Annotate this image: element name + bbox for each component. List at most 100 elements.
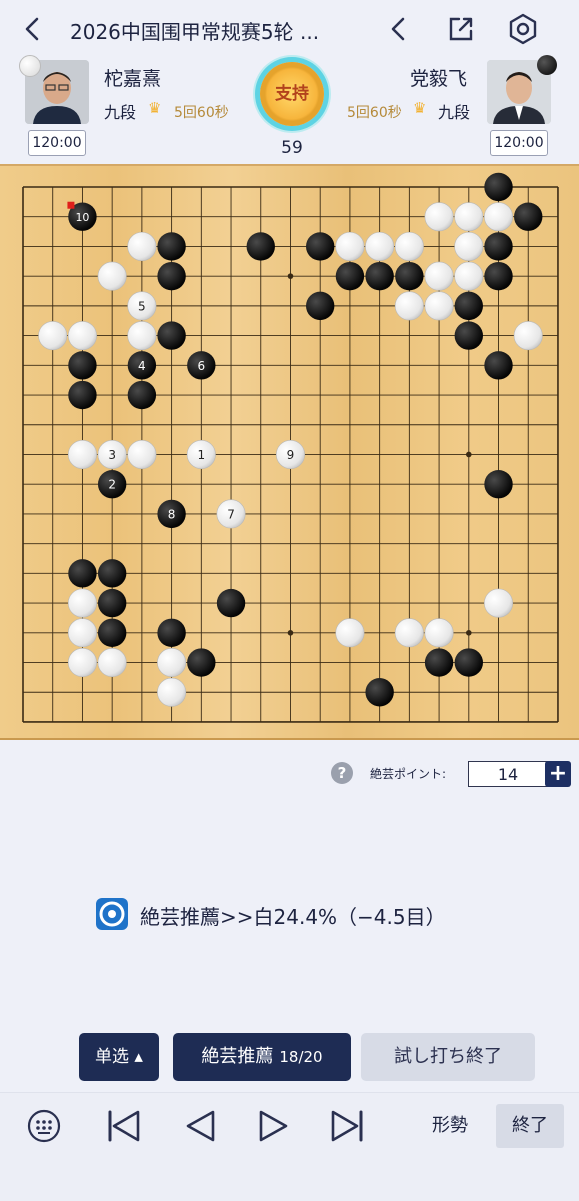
white-stone [484, 202, 514, 232]
black-stone [306, 232, 335, 261]
recommend-count: 18/20 [279, 1048, 323, 1066]
white-stone [335, 618, 365, 648]
black-stone [97, 588, 127, 618]
white-stone [67, 618, 97, 648]
black-stone [187, 648, 216, 677]
white-stone [365, 231, 395, 261]
recommend-label: 絶芸推薦 [201, 1046, 274, 1067]
go-board-grid[interactable]: 1 2 3 4 5 6 7 8 9 10 [0, 166, 579, 742]
move-number-label: 7 [227, 507, 235, 521]
end-button[interactable]: 終了 [496, 1104, 564, 1148]
black-stone [454, 648, 483, 677]
keypad-button[interactable] [22, 1104, 66, 1148]
previous-game-button[interactable] [384, 14, 414, 44]
white-stone [454, 261, 484, 291]
white-stone [394, 231, 424, 261]
white-stone [424, 202, 454, 232]
last-move-button[interactable] [326, 1104, 370, 1148]
star-point [287, 273, 294, 279]
star-point [466, 630, 472, 636]
player-white-clock: 120:00 [28, 130, 86, 156]
keypad-circle-icon [27, 1109, 61, 1143]
white-stone [394, 618, 424, 648]
back-button[interactable] [18, 14, 48, 44]
black-stone [514, 202, 543, 231]
white-stone [127, 231, 157, 261]
black-stone [484, 261, 513, 291]
first-move-button[interactable] [101, 1104, 145, 1148]
white-stone [454, 231, 484, 261]
star-point [287, 630, 294, 636]
crown-icon: ♛ [413, 99, 427, 117]
black-stone [157, 232, 186, 261]
black-stone [365, 261, 394, 291]
skip-to-start-icon [108, 1110, 140, 1142]
black-stone [127, 380, 157, 410]
white-stone [424, 261, 454, 291]
player-black-time-control: 5回60秒 [347, 105, 402, 121]
black-stone [68, 559, 97, 588]
crown-icon: ♛ [148, 99, 162, 117]
star-point [466, 451, 472, 458]
white-stone [394, 291, 424, 321]
player-black-name: 党毅飞 [410, 68, 468, 90]
white-stone [513, 321, 543, 351]
white-stone [67, 648, 97, 678]
skip-to-end-icon [331, 1110, 363, 1142]
points-label: 絶芸ポイント: [370, 767, 447, 781]
situation-button[interactable]: 形勢 [420, 1104, 480, 1148]
trial-end-button[interactable]: 試し打ち終了 [361, 1033, 535, 1081]
chevron-left-icon [391, 17, 405, 41]
settings-button[interactable] [506, 12, 540, 46]
black-stone-icon [537, 55, 557, 75]
previous-move-button[interactable] [178, 1104, 222, 1148]
white-stone [335, 231, 365, 261]
move-number-label: 4 [138, 359, 146, 373]
white-stone [424, 618, 454, 648]
black-stone [157, 261, 186, 291]
hexagon-settings-icon [509, 13, 537, 45]
white-stone [67, 439, 97, 469]
plus-icon: + [548, 761, 568, 786]
add-points-button[interactable]: + [545, 761, 571, 787]
game-title: 2026中国围甲常规赛5轮 ... [70, 20, 320, 44]
support-button[interactable]: 支持 [260, 62, 324, 126]
black-stone [68, 351, 97, 380]
move-number-label: 5 [138, 299, 146, 313]
player-white-rank: 九段 [104, 103, 137, 122]
black-stone [484, 470, 513, 499]
jueyi-logo-icon [96, 898, 128, 930]
black-stone [68, 380, 97, 410]
question-circle-icon[interactable]: ? [331, 762, 353, 784]
black-stone [395, 261, 424, 291]
black-stone [246, 232, 275, 261]
triangle-left-icon [186, 1110, 215, 1142]
move-number-label: 1 [197, 448, 205, 462]
white-stone [97, 648, 127, 678]
single-select-button[interactable]: 单选 ▴ [79, 1033, 159, 1081]
white-stone [38, 321, 68, 351]
white-stone [424, 291, 454, 321]
points-value: 14 [468, 761, 548, 787]
white-stone [67, 588, 97, 618]
next-move-button[interactable] [252, 1104, 296, 1148]
black-stone [97, 618, 127, 647]
chevron-left-icon [25, 17, 39, 41]
go-board[interactable]: 1 2 3 4 5 6 7 8 9 10 [0, 164, 579, 740]
black-stone [306, 291, 335, 321]
share-button[interactable] [446, 14, 476, 44]
move-number-label: 9 [287, 448, 295, 462]
move-number-label: 8 [168, 507, 176, 521]
share-icon [449, 17, 473, 41]
black-stone [424, 648, 454, 677]
recommendation-text: 絶芸推薦>>白24.4%（−4.5目） [140, 905, 446, 929]
move-number-label: 3 [108, 448, 116, 462]
black-stone [454, 321, 483, 350]
triangle-right-icon [259, 1110, 288, 1142]
recommend-button[interactable]: 絶芸推薦 18/20 [173, 1033, 351, 1081]
black-stone [97, 559, 127, 588]
black-stone [484, 351, 513, 380]
black-stone [454, 291, 483, 321]
black-stone [484, 172, 513, 202]
move-number: 59 [281, 138, 303, 158]
